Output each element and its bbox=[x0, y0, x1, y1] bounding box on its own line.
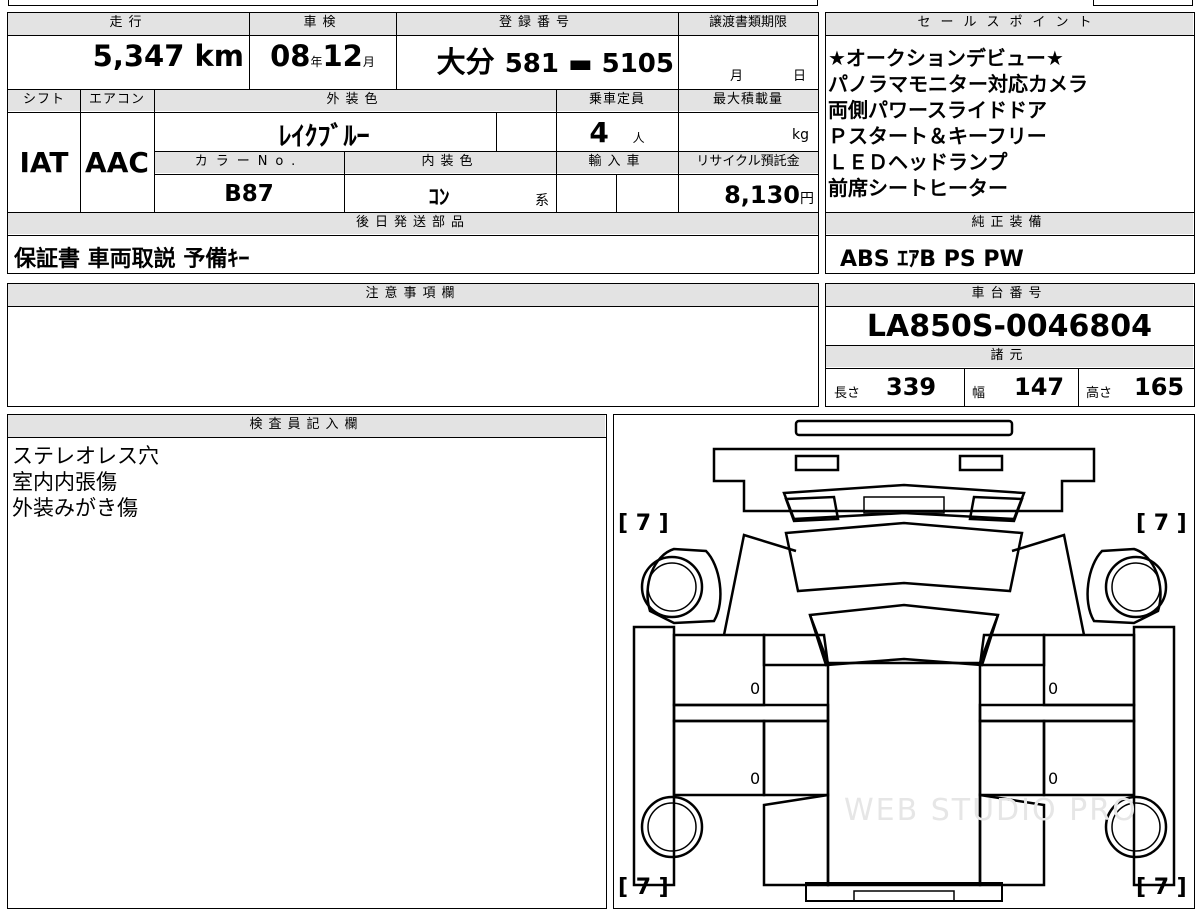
plate-number: 581 ▬ 5105 bbox=[504, 49, 674, 79]
width-value: 147 bbox=[1014, 373, 1065, 401]
notes-header: 注意事項欄 bbox=[8, 284, 818, 306]
transfer-day: 日 bbox=[793, 69, 807, 84]
color-no-header: カラーNo. bbox=[154, 152, 344, 173]
transfer-month: 月 bbox=[730, 69, 744, 84]
width-label: 幅 bbox=[972, 386, 986, 401]
recycle-header: リサイクル預託金 bbox=[678, 152, 818, 173]
mileage-value: 5,347 km bbox=[92, 39, 244, 73]
recycle-amount: 8,130 bbox=[724, 181, 800, 209]
recycle-value: 8,130円 bbox=[678, 181, 814, 209]
sales-point-1: ★オークションデビュー★ bbox=[828, 46, 1064, 70]
sales-points-box: セールスポイント ★オークションデビュー★ パノラマモニター対応カメラ 両側パワ… bbox=[825, 12, 1195, 274]
length-label: 長さ bbox=[834, 386, 861, 401]
ac-header: エアコン bbox=[80, 90, 154, 111]
mileage-header: 走行 bbox=[8, 13, 249, 35]
inspector-line-2: 室内内張傷 bbox=[12, 470, 117, 494]
inspector-line-3: 外装みがき傷 bbox=[12, 496, 138, 520]
inspection-month: 12 bbox=[322, 39, 363, 73]
notes-box: 注意事項欄 bbox=[7, 283, 819, 407]
watermark: WEB STUDIO PRO bbox=[844, 793, 1138, 828]
ac-value: AAC bbox=[85, 146, 149, 179]
max-load-header: 最大積載量 bbox=[678, 90, 818, 111]
panel-count-top-left: [ 7 ] bbox=[618, 511, 669, 536]
inspection-month-unit: 月 bbox=[362, 55, 375, 69]
sales-point-6: 前席シートヒーター bbox=[828, 176, 1008, 200]
inspection-header: 車検 bbox=[249, 13, 396, 35]
door-count-3: 0 bbox=[750, 769, 761, 788]
chassis-header: 車台番号 bbox=[826, 284, 1193, 306]
plate-value: 大分 581 ▬ 5105 bbox=[396, 39, 674, 81]
int-color-value: ｺﾝ bbox=[428, 185, 450, 209]
sales-points-header: セールスポイント bbox=[826, 13, 1193, 35]
height-value: 165 bbox=[1134, 373, 1185, 401]
capacity-number: 4 bbox=[589, 116, 609, 149]
height-label: 高さ bbox=[1086, 386, 1113, 401]
specs-header: 諸元 bbox=[826, 346, 1193, 367]
color-no-value: B87 bbox=[224, 181, 274, 207]
ext-color-value: ﾚｲｸﾌﾞﾙｰ bbox=[278, 122, 370, 152]
int-color-header: 内装色 bbox=[344, 152, 556, 173]
int-color-suffix: 系 bbox=[535, 193, 549, 209]
panel-count-bottom-left: [ 7 ] bbox=[618, 875, 669, 900]
plate-header: 登録番号 bbox=[396, 13, 678, 35]
panel-count-top-right: [ 7 ] bbox=[1136, 511, 1187, 536]
inspector-header: 検査員記入欄 bbox=[8, 415, 605, 437]
shift-header: シフト bbox=[8, 90, 80, 111]
length-value: 339 bbox=[886, 373, 937, 401]
sales-point-3: 両側パワースライドドア bbox=[828, 98, 1047, 122]
plate-region: 大分 bbox=[436, 45, 495, 79]
inspection-year-unit: 年 bbox=[310, 55, 323, 69]
ext-color-header: 外装色 bbox=[154, 90, 556, 111]
top-strip bbox=[0, 0, 1200, 8]
sales-point-4: Ｐスタート＆キーフリー bbox=[828, 124, 1047, 148]
capacity-header: 乗車定員 bbox=[556, 90, 678, 111]
chassis-box: 車台番号 LA850S-0046804 諸元 長さ 339 幅 147 高さ 1… bbox=[825, 283, 1195, 407]
inspector-line-1: ステレオレス穴 bbox=[12, 444, 159, 468]
load-unit: kg bbox=[792, 127, 809, 143]
car-diagram-box: [ 7 ] [ 7 ] [ 7 ] [ 7 ] 0 0 0 0 WEB STUD… bbox=[613, 414, 1195, 909]
inspector-box: 検査員記入欄 ステレオレス穴 室内内張傷 外装みがき傷 bbox=[7, 414, 607, 909]
door-count-2: 0 bbox=[1048, 679, 1059, 698]
import-header: 輸入車 bbox=[556, 152, 678, 173]
equipment-header: 純正装備 bbox=[826, 213, 1193, 234]
sales-point-2: パノラマモニター対応カメラ bbox=[828, 72, 1088, 96]
inspection-year: 08 bbox=[270, 39, 311, 73]
panel-count-bottom-right: [ 7 ] bbox=[1136, 875, 1187, 900]
car-diagram bbox=[632, 419, 1176, 902]
later-parts-header: 後日発送部品 bbox=[8, 213, 818, 234]
recycle-unit: 円 bbox=[800, 191, 814, 207]
later-parts-value: 保証書 車両取説 予備ｷｰ bbox=[14, 247, 250, 272]
inspection-value: 08年12月 bbox=[249, 39, 396, 73]
door-count-1: 0 bbox=[750, 679, 761, 698]
equipment-value: ABS ｴｱB PS PW bbox=[840, 247, 1024, 272]
shift-value: IAT bbox=[19, 146, 69, 179]
vehicle-info-table: 走行 車検 登録番号 譲渡書類期限 5,347 km 08年12月 大分 581… bbox=[7, 12, 819, 274]
transfer-header: 譲渡書類期限 bbox=[678, 13, 818, 35]
capacity-value: 4 人 bbox=[556, 116, 678, 149]
door-count-4: 0 bbox=[1048, 769, 1059, 788]
chassis-number: LA850S-0046804 bbox=[866, 309, 1153, 344]
sales-point-5: ＬＥＤヘッドランプ bbox=[828, 150, 1008, 174]
capacity-unit: 人 bbox=[632, 131, 645, 145]
